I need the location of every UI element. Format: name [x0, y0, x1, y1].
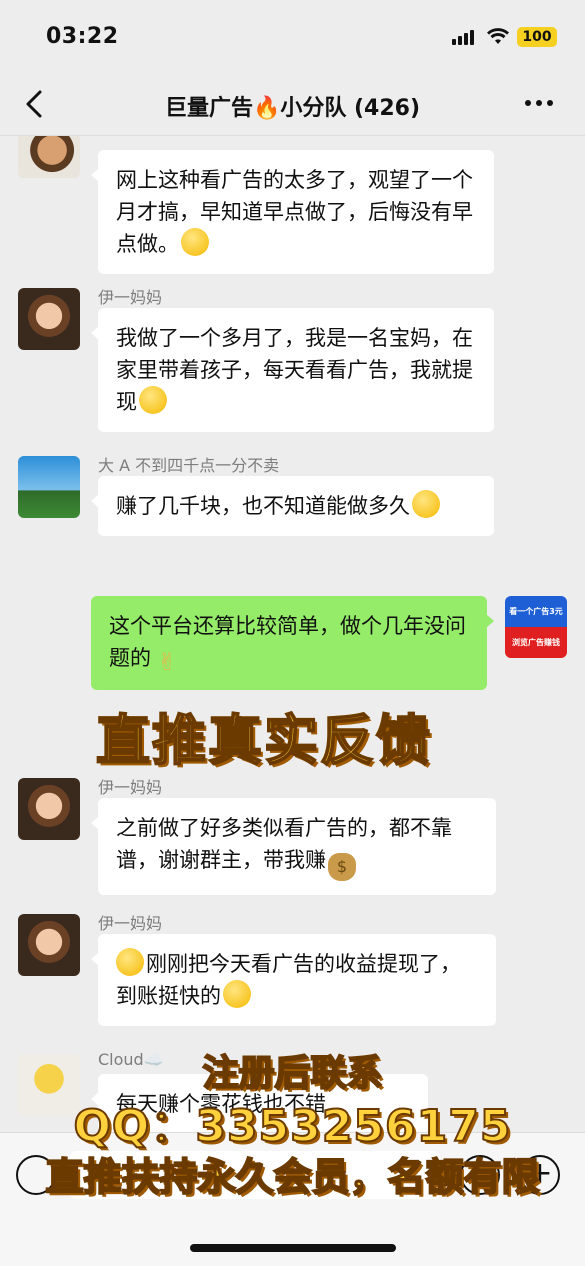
message-text: 网上这种看广告的太多了，观望了一个月才搞，早知道早点做了，后悔没有早点做。	[116, 168, 473, 256]
chat-title: 巨量广告🔥小分队 (426)	[164, 96, 421, 121]
message-bubble[interactable]: 网上这种看广告的太多了，观望了一个月才搞，早知道早点做了，后悔没有早点做。	[91, 150, 494, 274]
sender-name: 伊一妈妈	[98, 288, 163, 307]
sender-name: 伊一妈妈	[98, 914, 163, 933]
more-options-icon[interactable]	[525, 100, 553, 106]
grin-emoji-icon	[223, 980, 251, 1008]
message-bubble[interactable]: 赚了几千块，也不知道能做多久	[91, 476, 494, 536]
avatar[interactable]	[18, 914, 80, 976]
ad-tag-image[interactable]: 看一个广告3元 浏览广告赚钱	[505, 596, 567, 658]
sender-name: 伊一妈妈	[98, 778, 163, 797]
overlay-line2: QQ：3353256175	[73, 1100, 512, 1153]
wifi-icon	[487, 28, 509, 44]
message-bubble[interactable]: 刚刚把今天看广告的收益提现了，到账挺快的	[91, 934, 496, 1026]
message-bubble[interactable]: 之前做了好多类似看广告的，都不靠谱，谢谢群主，带我赚 $	[91, 798, 496, 895]
money-bag-emoji-icon: $	[328, 853, 356, 881]
battery-icon: 100	[517, 27, 557, 47]
victory-hand-emoji-icon: ✌	[156, 648, 178, 676]
message-text: 之前做了好多类似看广告的，都不靠谱，谢谢群主，带我赚	[116, 816, 452, 872]
message-bubble-self[interactable]: 这个平台还算比较简单，做个几年没问题的 ✌	[91, 596, 494, 690]
overlay-line3: 直推扶持永久会员，名额有限	[44, 1154, 540, 1200]
message-bubble[interactable]: 我做了一个多月了，我是一名宝妈，在家里带着孩子，每天看看广告，我就提现	[91, 308, 494, 432]
sender-name: 大 A 不到四千点一分不卖	[98, 456, 280, 475]
ad-tag-line2: 浏览广告赚钱	[505, 627, 567, 658]
ad-tag-line1: 看一个广告3元	[505, 596, 567, 627]
avatar[interactable]	[18, 288, 80, 350]
chat-header: 巨量广告🔥小分队 (426)	[0, 72, 585, 136]
message-text: 刚刚把今天看广告的收益提现了，到账挺快的	[116, 952, 461, 1008]
signal-icon	[452, 30, 474, 45]
status-time: 03:22	[46, 24, 119, 49]
home-indicator[interactable]	[190, 1244, 396, 1252]
grin-emoji-icon	[412, 490, 440, 518]
message-text: 我做了一个多月了，我是一名宝妈，在家里带着孩子，每天看看广告，我就提现	[116, 326, 473, 414]
avatar[interactable]	[18, 778, 80, 840]
avatar[interactable]	[18, 136, 80, 178]
chat-area[interactable]: 网上这种看广告的太多了，观望了一个月才搞，早知道早点做了，后悔没有早点做。 伊一…	[0, 136, 585, 1136]
thinking-emoji-icon	[139, 386, 167, 414]
overlay-line1: 注册后联系	[201, 1052, 383, 1095]
sweat-smile-emoji-icon	[181, 228, 209, 256]
avatar[interactable]	[18, 456, 80, 518]
message-text: 赚了几千块，也不知道能做多久	[116, 494, 410, 518]
promo-banner: 直推真实反馈	[95, 708, 432, 773]
status-bar: 03:22 100	[0, 0, 585, 72]
grin-emoji-icon	[116, 948, 144, 976]
